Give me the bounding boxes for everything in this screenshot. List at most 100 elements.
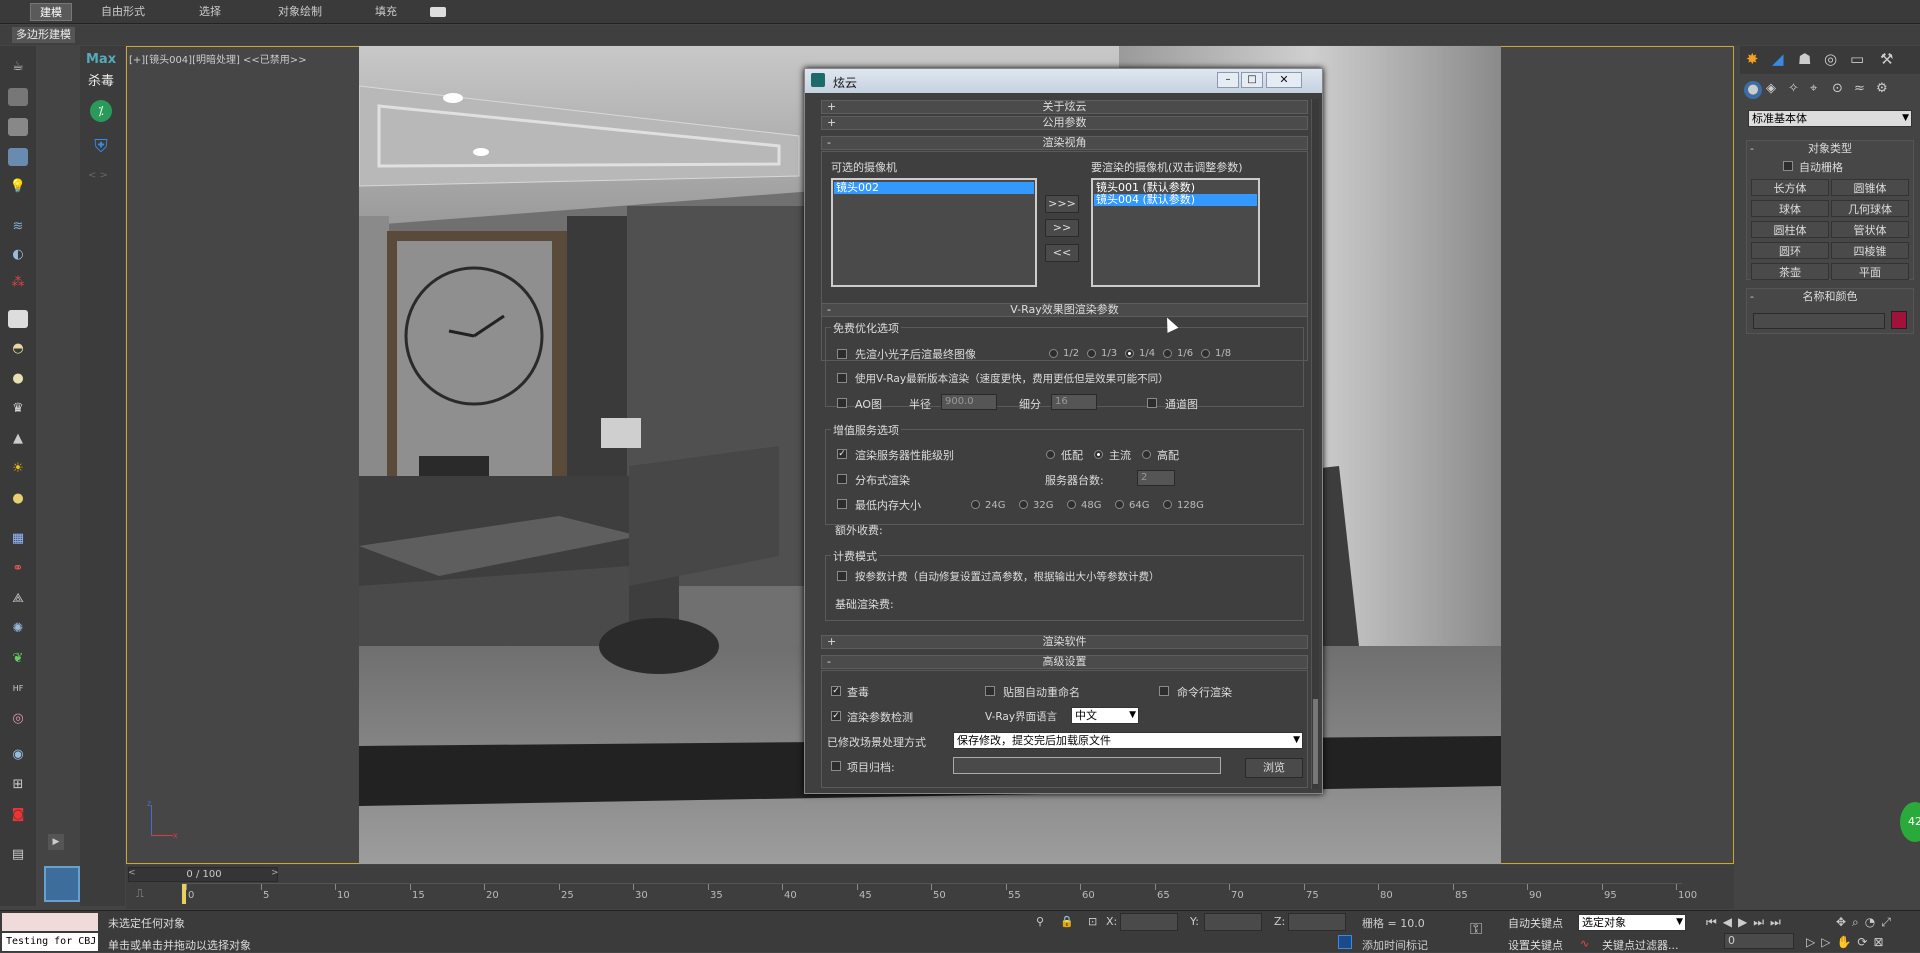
dome-icon[interactable]: ◓ <box>8 340 28 358</box>
minimize-button[interactable]: – <box>1217 72 1239 88</box>
ribbon-tab-freeform[interactable]: 自由形式 <box>92 3 154 21</box>
cmdline-checkbox[interactable] <box>1159 686 1169 696</box>
primitive-type-select[interactable]: 标准基本体 ▼ <box>1748 110 1912 127</box>
close-button[interactable]: ✕ <box>1266 72 1302 88</box>
add-button[interactable]: >> <box>1045 219 1079 237</box>
new-vray-checkbox[interactable] <box>837 373 847 383</box>
fur-icon[interactable]: ✺ <box>8 620 28 638</box>
camera-list-item[interactable]: 镜头002 <box>834 182 1034 194</box>
shield-icon[interactable]: ⛨ <box>90 136 112 158</box>
ratio-radio-1[interactable] <box>1049 349 1058 358</box>
mem-radio[interactable] <box>1067 500 1076 509</box>
sphere-light-icon[interactable]: ● <box>8 370 28 388</box>
x-coord-field[interactable] <box>1120 913 1178 931</box>
track-view-icon[interactable]: ⎍ <box>136 887 156 903</box>
render-frame-icon[interactable] <box>8 88 28 106</box>
plane-button[interactable]: 平面 <box>1831 263 1909 280</box>
param-check-checkbox[interactable]: ✓ <box>831 711 841 721</box>
spiral-icon[interactable]: ◐ <box>8 246 28 264</box>
sphere-button[interactable]: 球体 <box>1751 200 1829 217</box>
script-output[interactable]: Testing for CBJ <box>2 933 98 951</box>
playback-controls[interactable]: ⏮◀▶⏭⏭ <box>1706 915 1787 930</box>
record-icon[interactable]: ◙ <box>8 806 28 824</box>
sphere-icon[interactable]: ● <box>8 490 28 508</box>
object-color-swatch[interactable] <box>1891 311 1907 329</box>
viewport-label[interactable]: [+][镜头004][明暗处理] <<已禁用>> <box>129 51 307 66</box>
polygon-modeling-label[interactable]: 多边形建模 <box>12 27 75 43</box>
object-name-input[interactable] <box>1753 313 1885 329</box>
add-all-button[interactable]: >>> <box>1045 195 1079 213</box>
hair-icon[interactable]: HF <box>8 680 28 698</box>
molecule-icon[interactable]: ⚭ <box>8 560 28 578</box>
ribbon-tab-selection[interactable]: 选择 <box>190 3 230 21</box>
particles-icon[interactable]: ⁂ <box>8 274 28 292</box>
archive-path-input[interactable] <box>953 757 1221 774</box>
teapot-icon[interactable]: ☕ <box>8 58 28 76</box>
rollout-about[interactable]: + 关于炫云 <box>821 100 1308 114</box>
light-bulb-icon[interactable]: 💡 <box>8 178 28 196</box>
display-tab-icon[interactable]: ▭ <box>1850 50 1864 68</box>
viewport-nav-controls-2[interactable]: ▷▷✋⟳⊠ <box>1806 935 1890 949</box>
render-setup-icon[interactable] <box>8 118 28 136</box>
collapse-icon[interactable]: - <box>1750 290 1754 303</box>
archive-checkbox[interactable] <box>831 761 841 771</box>
z-coord-field[interactable] <box>1288 913 1346 931</box>
plant-icon[interactable]: ❦ <box>8 650 28 668</box>
time-slider[interactable]: < 0 / 100 > <box>128 867 279 882</box>
ratio-radio-5[interactable] <box>1201 349 1210 358</box>
by-param-checkbox[interactable] <box>837 571 847 581</box>
time-tag-icon[interactable] <box>1338 935 1352 949</box>
available-cameras-list[interactable]: 镜头002 <box>831 178 1037 287</box>
y-coord-field[interactable] <box>1204 913 1262 931</box>
remove-button[interactable]: << <box>1045 244 1079 262</box>
maxscript-listener[interactable] <box>2 913 98 931</box>
mem-radio[interactable] <box>1115 500 1124 509</box>
mem-radio[interactable] <box>1163 500 1172 509</box>
pyramid-button[interactable]: 四棱锥 <box>1831 242 1909 259</box>
scatter-icon[interactable]: ◎ <box>8 710 28 728</box>
mem-radio[interactable] <box>971 500 980 509</box>
torus-button[interactable]: 圆环 <box>1751 242 1829 259</box>
set-key-button[interactable]: 设置关键点 <box>1508 937 1563 953</box>
antivirus-label[interactable]: 杀毒 <box>88 70 114 89</box>
scene-mod-select[interactable]: 保存修改，提交完后加载原文件 ▼ <box>953 732 1303 749</box>
level-radio-high[interactable] <box>1142 450 1151 459</box>
rollout-vray-params[interactable]: - V-Ray效果图渲染参数 <box>821 303 1308 317</box>
plane-icon[interactable] <box>8 310 28 328</box>
ratio-radio-3[interactable] <box>1125 349 1134 358</box>
teapot-button[interactable]: 茶壶 <box>1751 263 1829 280</box>
cone-icon[interactable]: ▲ <box>8 430 28 448</box>
helpers-icon[interactable]: ⊙ <box>1832 81 1843 96</box>
cameras-icon[interactable]: ⌖ <box>1810 81 1817 96</box>
distributed-checkbox[interactable] <box>837 474 847 484</box>
tube-button[interactable]: 管状体 <box>1831 221 1909 238</box>
rollout-common-params[interactable]: + 公用参数 <box>821 116 1308 130</box>
nav-arrows-icon[interactable]: < > <box>88 170 108 181</box>
name-color-title[interactable]: 名称和颜色 <box>1747 289 1913 305</box>
rollout-render-software[interactable]: + 渲染软件 <box>821 635 1308 649</box>
server-count-spinner[interactable]: 2 <box>1137 470 1175 486</box>
systems-icon[interactable]: ⚙ <box>1876 81 1888 96</box>
dialog-scrollbar[interactable] <box>1311 99 1319 789</box>
rollout-advanced[interactable]: - 高级设置 <box>821 655 1308 669</box>
create-tab-icon[interactable]: ✸ <box>1746 50 1759 68</box>
geometry-icon[interactable]: ● <box>1744 81 1762 99</box>
layer-icon[interactable]: ▤ <box>8 846 28 864</box>
current-frame-field[interactable]: 0 <box>1724 933 1794 949</box>
key-filter-icon[interactable]: ∿ <box>1580 937 1589 950</box>
key-mode-select[interactable]: 选定对象 ▼ <box>1578 914 1686 931</box>
key-filters-button[interactable]: 关键点过滤器... <box>1602 937 1679 953</box>
lock-icon[interactable]: 🔒 <box>1060 915 1074 928</box>
small-light-checkbox[interactable] <box>837 349 847 359</box>
rollout-render-view[interactable]: - 渲染视角 <box>821 136 1308 150</box>
radius-spinner[interactable]: 900.0 <box>941 394 997 410</box>
mem-radio[interactable] <box>1019 500 1028 509</box>
cone-button[interactable]: 圆锥体 <box>1831 179 1909 196</box>
geosphere-button[interactable]: 几何球体 <box>1831 200 1909 217</box>
modify-tab-icon[interactable]: ◢ <box>1772 50 1784 68</box>
subdiv-spinner[interactable]: 16 <box>1051 394 1097 410</box>
dialog-titlebar[interactable]: 炫云 – □ ✕ <box>805 69 1322 93</box>
vray-lang-select[interactable]: 中文 ▼ <box>1071 707 1139 724</box>
auto-rename-checkbox[interactable] <box>985 686 995 696</box>
key-icon[interactable]: ⚿ <box>1470 919 1482 939</box>
